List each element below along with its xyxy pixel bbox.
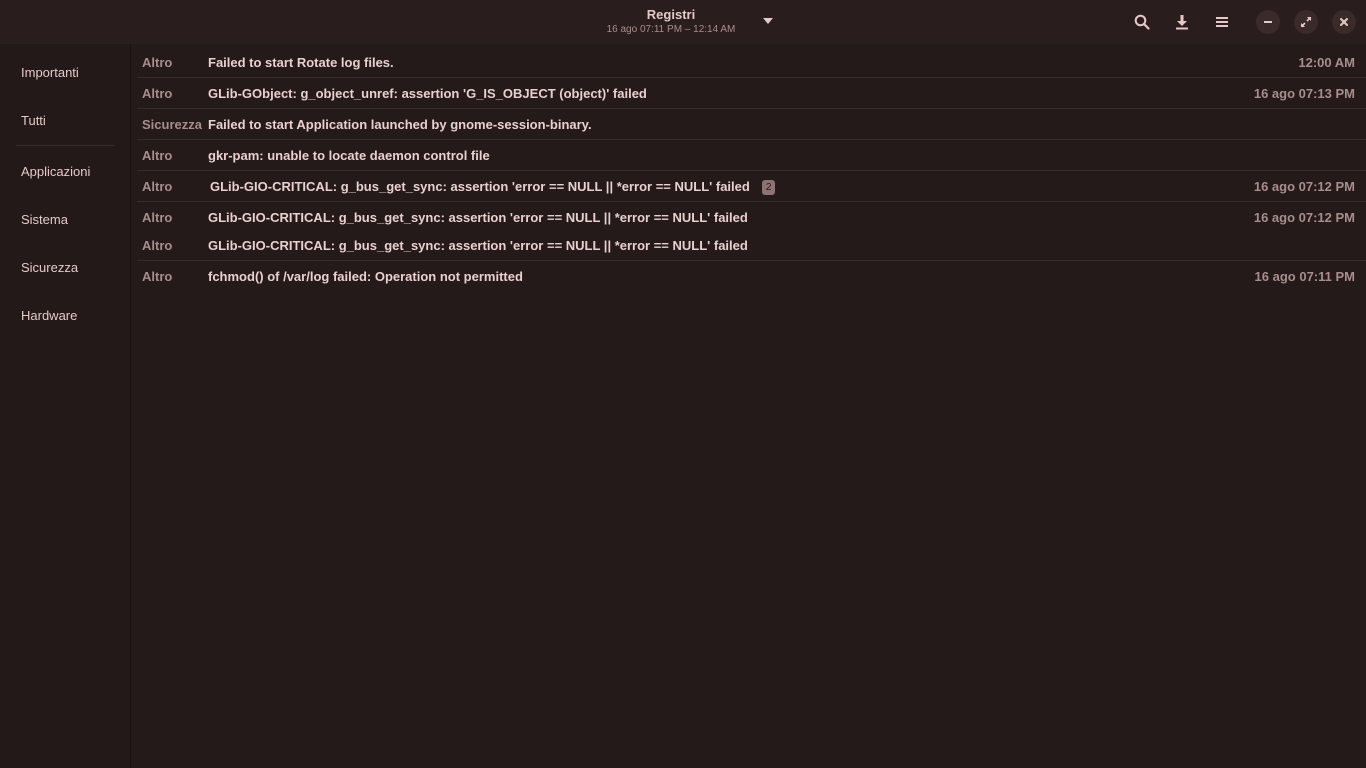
- event-message: fchmod() of /var/log failed: Operation n…: [208, 269, 523, 284]
- event-time: 16 ago 07:12 PM: [1253, 210, 1355, 225]
- window-title: Registri: [646, 7, 696, 22]
- event-category: Altro: [142, 238, 173, 253]
- title-block: Registri 16 ago 07:11 PM – 12:14 AM: [560, 6, 782, 36]
- event-category: Altro: [142, 148, 173, 163]
- close-icon: [1340, 18, 1348, 26]
- event-message: GLib-GIO-CRITICAL: g_bus_get_sync: asser…: [208, 210, 748, 225]
- search-icon: [1134, 14, 1150, 30]
- event-message: Failed to start Rotate log files.: [208, 55, 394, 70]
- event-row[interactable]: Altro GLib-GIO-CRITICAL: g_bus_get_sync:…: [131, 202, 1366, 230]
- event-row[interactable]: Altro gkr-pam: unable to locate daemon c…: [131, 140, 1366, 171]
- event-time: 12:00 AM: [1298, 55, 1355, 70]
- event-message: GLib-GIO-CRITICAL: g_bus_get_sync: asser…: [210, 179, 750, 194]
- minimize-button[interactable]: [1256, 10, 1280, 34]
- event-category: Altro: [142, 210, 173, 225]
- event-row[interactable]: Sicurezza Failed to start Application la…: [131, 109, 1366, 140]
- event-message: gkr-pam: unable to locate daemon control…: [208, 148, 490, 163]
- event-list: Altro Failed to start Rotate log files. …: [131, 44, 1366, 768]
- sidebar-item-tutti[interactable]: Tutti: [21, 113, 46, 129]
- minimize-icon: [1264, 21, 1272, 23]
- sidebar-item-hardware[interactable]: Hardware: [21, 308, 77, 324]
- event-row[interactable]: Altro fchmod() of /var/log failed: Opera…: [131, 261, 1366, 292]
- export-button[interactable]: [1170, 10, 1194, 34]
- event-category: Altro: [142, 55, 173, 70]
- sidebar-separator: [16, 145, 114, 146]
- event-time: 16 ago 07:13 PM: [1253, 86, 1355, 101]
- event-category: Altro: [142, 179, 173, 194]
- event-row-grouped[interactable]: Altro GLib-GIO-CRITICAL: g_bus_get_sync:…: [131, 171, 1366, 202]
- sidebar-item-importanti[interactable]: Importanti: [21, 65, 79, 81]
- hamburger-menu-icon: [1216, 17, 1228, 27]
- event-message: GLib-GObject: g_object_unref: assertion …: [208, 86, 647, 101]
- close-button[interactable]: [1332, 10, 1356, 34]
- event-row[interactable]: Altro GLib-GObject: g_object_unref: asse…: [131, 78, 1366, 109]
- header-bar: Registri 16 ago 07:11 PM – 12:14 AM: [0, 0, 1366, 44]
- event-category: Altro: [142, 269, 173, 284]
- event-category: Sicurezza: [142, 117, 202, 132]
- event-message-group: GLib-GIO-CRITICAL: g_bus_get_sync: asser…: [210, 179, 776, 195]
- sidebar-item-sicurezza[interactable]: Sicurezza: [21, 260, 78, 276]
- boot-selector-dropdown-icon[interactable]: [763, 18, 773, 24]
- search-button[interactable]: [1130, 10, 1154, 34]
- logs-window: Registri 16 ago 07:11 PM – 12:14 AM Impo…: [0, 0, 1366, 768]
- category-sidebar: Importanti Tutti Applicazioni Sistema Si…: [0, 44, 130, 768]
- event-count-badge: 2: [761, 180, 776, 195]
- event-row[interactable]: Altro Failed to start Rotate log files. …: [131, 47, 1366, 78]
- sidebar-item-applicazioni[interactable]: Applicazioni: [21, 164, 90, 180]
- download-icon: [1176, 15, 1188, 30]
- event-category: Altro: [142, 86, 173, 101]
- sidebar-item-sistema[interactable]: Sistema: [21, 212, 68, 228]
- restore-icon: [1300, 16, 1312, 28]
- restore-button[interactable]: [1294, 10, 1318, 34]
- event-row[interactable]: Altro GLib-GIO-CRITICAL: g_bus_get_sync:…: [131, 230, 1366, 261]
- window-subtitle-date-range: 16 ago 07:11 PM – 12:14 AM: [606, 24, 736, 35]
- event-message: GLib-GIO-CRITICAL: g_bus_get_sync: asser…: [208, 238, 748, 253]
- menu-button[interactable]: [1210, 10, 1234, 34]
- event-message: Failed to start Application launched by …: [208, 117, 592, 132]
- event-time: 16 ago 07:12 PM: [1253, 179, 1355, 194]
- event-time: 16 ago 07:11 PM: [1254, 269, 1355, 284]
